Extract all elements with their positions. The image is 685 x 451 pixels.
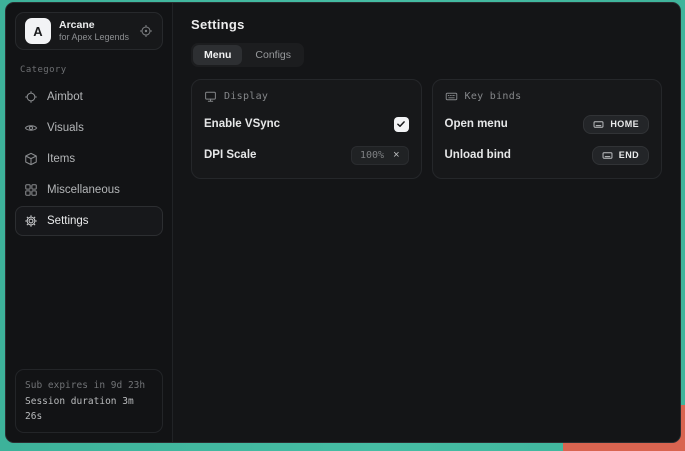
display-card: Display Enable VSync DPI Scale	[191, 79, 422, 179]
brand-subtitle: for Apex Legends	[59, 32, 129, 43]
sidebar: A Arcane for Apex Legends Category	[6, 3, 173, 442]
dpi-scale-input[interactable]: 100% ×	[351, 146, 409, 165]
sidebar-item-label: Settings	[47, 215, 89, 227]
sidebar-item-label: Items	[47, 153, 75, 165]
arcane-overlay-window: A Arcane for Apex Legends Category	[5, 2, 681, 443]
display-card-header: Display	[204, 90, 409, 103]
unload-bind-label: Unload bind	[445, 149, 511, 161]
grid-icon	[24, 183, 38, 197]
settings-cards: Display Enable VSync DPI Scale	[191, 79, 662, 179]
dpi-scale-label: DPI Scale	[204, 149, 256, 161]
enable-vsync-row: Enable VSync	[204, 114, 409, 134]
sidebar-item-aimbot[interactable]: Aimbot	[15, 82, 163, 112]
sidebar-item-miscellaneous[interactable]: Miscellaneous	[15, 175, 163, 205]
open-menu-keybind-button[interactable]: HOME	[583, 115, 649, 134]
sidebar-item-settings[interactable]: Settings	[15, 206, 163, 236]
sidebar-item-label: Visuals	[47, 122, 84, 134]
keybinds-card-header: Key binds	[445, 90, 650, 103]
game-background: A Arcane for Apex Legends Category	[0, 0, 685, 451]
tab-menu[interactable]: Menu	[193, 45, 242, 65]
subscription-status-box: Sub expires in 9d 23h Session duration 3…	[15, 369, 163, 433]
sidebar-item-visuals[interactable]: Visuals	[15, 113, 163, 143]
unload-bind-key: END	[619, 150, 639, 160]
sidebar-item-items[interactable]: Items	[15, 144, 163, 174]
page-title: Settings	[191, 17, 662, 32]
category-label: Category	[20, 65, 163, 75]
gear-icon	[24, 214, 38, 228]
open-menu-key: HOME	[610, 119, 639, 129]
settings-tabs: Menu Configs	[191, 43, 304, 67]
keyboard-icon	[602, 150, 613, 161]
sidebar-item-label: Miscellaneous	[47, 184, 120, 196]
dpi-scale-row: DPI Scale 100% ×	[204, 145, 409, 165]
monitor-icon	[204, 90, 217, 103]
sub-expires-text: Sub expires in 9d 23h	[25, 378, 153, 393]
cube-icon	[24, 152, 38, 166]
enable-vsync-label: Enable VSync	[204, 118, 280, 130]
open-menu-label: Open menu	[445, 118, 508, 130]
eye-icon	[24, 121, 38, 135]
session-duration-text: Session duration 3m 26s	[25, 394, 153, 424]
arcane-logo: A	[25, 18, 51, 44]
brand-header: A Arcane for Apex Legends	[15, 12, 163, 50]
vsync-checkbox[interactable]	[394, 117, 409, 132]
main-content: Settings Menu Configs Display	[173, 3, 680, 442]
keyboard-icon	[593, 119, 604, 130]
tab-configs[interactable]: Configs	[244, 45, 302, 65]
keyboard-icon	[445, 90, 458, 103]
brand-title: Arcane	[59, 19, 129, 32]
unload-bind-row: Unload bind END	[445, 145, 650, 165]
keybinds-card-title: Key binds	[465, 91, 522, 102]
unload-bind-keybind-button[interactable]: END	[592, 146, 649, 165]
display-card-title: Display	[224, 91, 268, 102]
dpi-scale-value: 100%	[360, 150, 384, 161]
clear-icon[interactable]: ×	[393, 150, 399, 161]
sidebar-item-label: Aimbot	[47, 91, 83, 103]
keybinds-card: Key binds Open menu HOME	[432, 79, 663, 179]
brand-text: Arcane for Apex Legends	[59, 19, 129, 43]
crosshair-icon	[24, 90, 38, 104]
open-menu-row: Open menu HOME	[445, 114, 650, 134]
target-icon[interactable]	[139, 24, 153, 38]
